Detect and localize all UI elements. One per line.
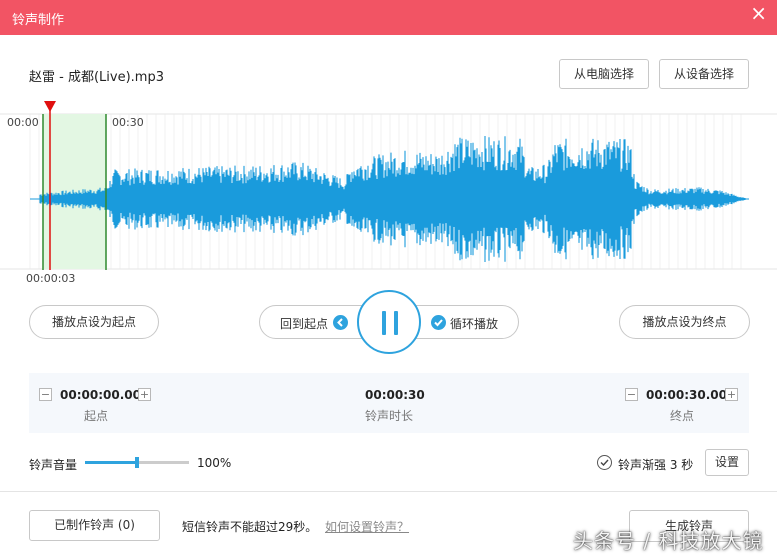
sms-length-note: 短信铃声不能超过29秒。 — [182, 520, 318, 534]
duration-value: 00:00:30 — [365, 388, 425, 402]
close-icon[interactable]: × — [750, 3, 767, 23]
pause-button[interactable] — [357, 290, 421, 354]
select-from-pc-button[interactable]: 从电脑选择 — [559, 59, 649, 89]
title-bar: 铃声制作 × — [0, 0, 777, 35]
end-time-value: 00:00:30.004 — [646, 388, 736, 402]
how-to-set-link[interactable]: 如何设置铃声？ — [325, 518, 409, 535]
window-title: 铃声制作 — [12, 13, 65, 28]
start-label: 起点 — [84, 409, 109, 423]
back-to-start-label[interactable]: 回到起点 — [280, 315, 328, 332]
pause-icon — [382, 311, 386, 335]
end-plus-button[interactable]: + — [725, 388, 738, 401]
duration-label: 铃声时长 — [365, 409, 414, 423]
fade-settings-button[interactable]: 设置 — [705, 449, 749, 476]
file-name: 赵雷 - 成都(Live).mp3 — [29, 70, 164, 85]
loop-label[interactable]: 循环播放 — [450, 315, 498, 332]
volume-slider[interactable] — [85, 457, 189, 468]
ruler-30s-time: 00:30 — [112, 116, 144, 129]
volume-value: 100% — [197, 456, 232, 470]
start-minus-button[interactable]: − — [39, 388, 52, 401]
volume-label: 铃声音量 — [29, 458, 78, 472]
footer-divider — [0, 491, 777, 492]
range-panel: − 00:00:00.000 + 起点 00:00:30 铃声时长 − 00:0… — [29, 373, 749, 433]
watermark-text: 头条号 / 科技放大镜 — [573, 529, 764, 553]
start-time-value: 00:00:00.000 — [60, 388, 150, 402]
volume-slider-fill — [85, 461, 137, 464]
select-from-device-button[interactable]: 从设备选择 — [659, 59, 749, 89]
waveform-area[interactable]: 00:00 00:30 00:00:03 — [0, 98, 777, 288]
volume-slider-thumb[interactable] — [135, 457, 139, 468]
set-start-button[interactable]: 播放点设为起点 — [29, 305, 159, 339]
playhead-handle[interactable] — [44, 101, 56, 112]
pause-icon — [394, 311, 398, 335]
end-minus-button[interactable]: − — [625, 388, 638, 401]
set-end-button[interactable]: 播放点设为终点 — [619, 305, 750, 339]
playhead-time: 00:00:03 — [26, 272, 76, 285]
start-plus-button[interactable]: + — [138, 388, 151, 401]
loop-check-icon[interactable] — [431, 315, 446, 330]
ruler-start-time: 00:00 — [7, 116, 39, 129]
rewind-icon[interactable] — [333, 315, 348, 330]
end-label: 终点 — [670, 409, 695, 423]
made-ringtones-button[interactable]: 已制作铃声 (0) — [29, 510, 160, 541]
fade-in-label[interactable]: 铃声渐强 3 秒 — [618, 456, 693, 473]
fade-in-check-icon[interactable] — [597, 455, 612, 470]
